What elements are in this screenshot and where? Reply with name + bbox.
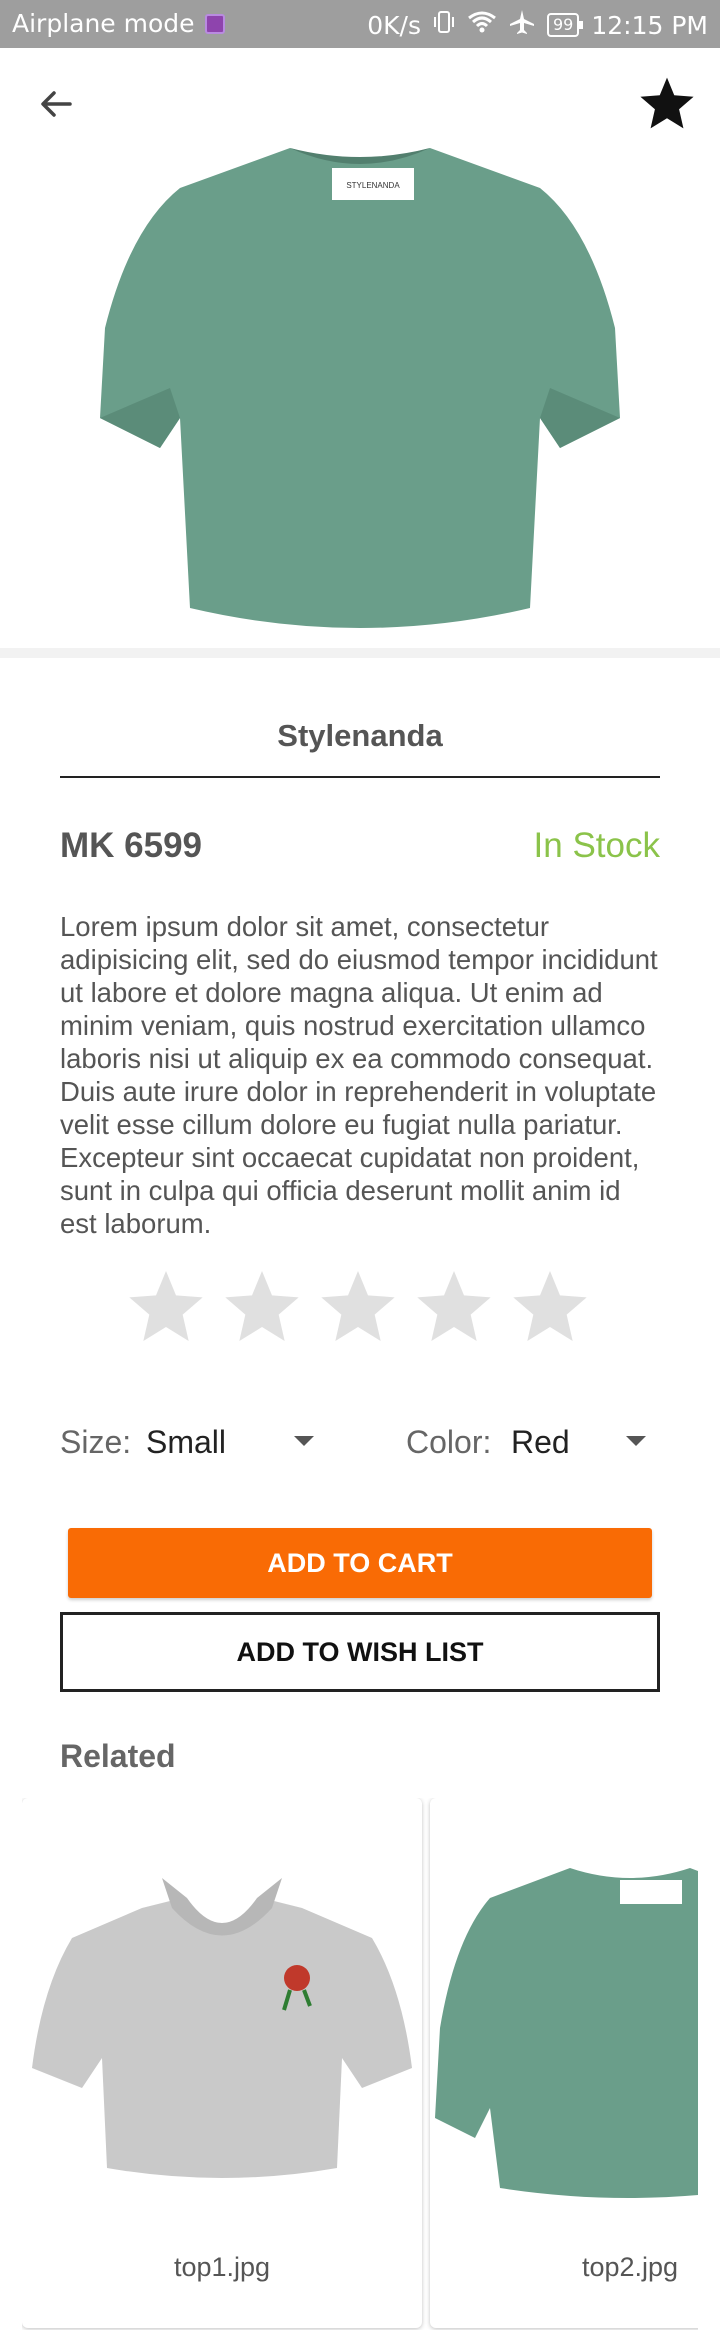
caret-down-icon[interactable] [294, 1436, 314, 1446]
arrow-left-icon [41, 91, 72, 117]
product-sku: MK 6599 [60, 826, 203, 865]
related-card[interactable]: top2.jpg [430, 1798, 698, 2328]
vibrate-icon [433, 10, 455, 40]
caret-down-icon[interactable] [626, 1436, 646, 1446]
wifi-icon [467, 10, 497, 40]
related-card[interactable]: top1.jpg [22, 1798, 422, 2328]
related-list[interactable]: top1.jpg top2.jpg [22, 1798, 698, 2330]
hero-divider [0, 648, 720, 658]
related-image [32, 1878, 412, 2178]
status-bar: Airplane mode 0K/s 99 12:15 PM [0, 0, 720, 48]
product-image: STYLENANDA [100, 148, 620, 628]
add-to-cart-button[interactable]: ADD TO CART [68, 1528, 652, 1598]
rating-stars[interactable] [126, 1266, 590, 1346]
favorite-button[interactable] [636, 72, 698, 134]
stock-status: In Stock [533, 826, 660, 865]
network-speed: 0K/s [367, 10, 421, 40]
rating-star-1[interactable] [126, 1266, 206, 1346]
brand-divider [60, 776, 660, 778]
color-select[interactable]: Red [511, 1424, 570, 1461]
rating-star-4[interactable] [414, 1266, 494, 1346]
notification-icon [204, 13, 225, 34]
size-label: Size: [60, 1424, 132, 1460]
related-caption: top1.jpg [173, 2252, 271, 2282]
back-button[interactable] [30, 78, 82, 130]
airplane-mode-text: Airplane mode [12, 9, 195, 38]
size-select[interactable]: Small [146, 1424, 226, 1461]
brand-name: Stylenanda [277, 718, 443, 753]
product-hero: STYLENANDA [0, 48, 720, 648]
tag-text: STYLENANDA [346, 181, 400, 190]
color-label: Color: [406, 1424, 492, 1460]
rating-star-3[interactable] [318, 1266, 398, 1346]
star-icon [640, 77, 694, 129]
related-image [435, 1868, 698, 2198]
battery-icon: 99 [547, 13, 584, 37]
rating-star-5[interactable] [510, 1266, 590, 1346]
related-caption: top2.jpg [581, 2252, 679, 2282]
add-to-wish-list-button[interactable]: ADD TO WISH LIST [60, 1612, 660, 1692]
airplane-icon [509, 9, 535, 41]
rating-star-2[interactable] [222, 1266, 302, 1346]
related-heading: Related [60, 1738, 176, 1774]
product-description: Lorem ipsum dolor sit amet, consectetur … [60, 911, 658, 1239]
clock: 12:15 PM [591, 10, 708, 40]
